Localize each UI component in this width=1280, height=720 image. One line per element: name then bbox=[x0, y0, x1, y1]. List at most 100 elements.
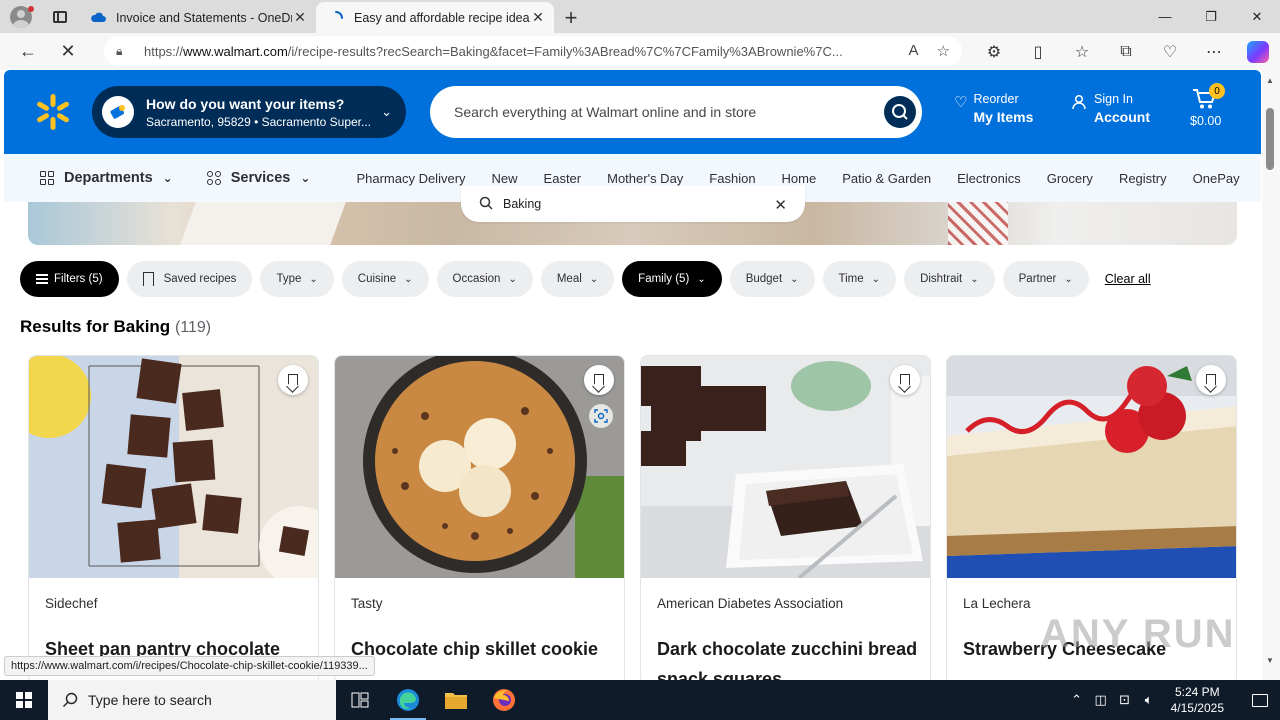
url-text: https://www.walmart.com/i/recipe-results… bbox=[144, 43, 843, 59]
recipe-image-skillet-cookie[interactable] bbox=[335, 356, 624, 578]
save-recipe-button[interactable] bbox=[584, 365, 614, 395]
restore-icon[interactable]: ❐ bbox=[1188, 0, 1234, 33]
saved-recipes-button[interactable]: Saved recipes bbox=[126, 261, 253, 297]
tab-actions-icon[interactable] bbox=[42, 0, 78, 33]
task-view-icon[interactable] bbox=[336, 680, 384, 720]
status-bar-url: https://www.walmart.com/i/recipes/Chocol… bbox=[4, 656, 375, 676]
more-menu-icon[interactable]: ⋯ bbox=[1192, 33, 1236, 70]
recipe-card[interactable]: American Diabetes Association Dark choco… bbox=[640, 355, 931, 685]
nav-link-home[interactable]: Home bbox=[782, 171, 817, 186]
walmart-search-input[interactable]: Search everything at Walmart online and … bbox=[430, 86, 922, 138]
taskbar-search-input[interactable]: Type here to search bbox=[48, 680, 336, 720]
bookmark-icon bbox=[1206, 373, 1216, 387]
chevron-down-icon: ⌄ bbox=[309, 273, 318, 285]
split-screen-icon[interactable]: ▯ bbox=[1016, 33, 1060, 70]
taskbar-clock[interactable]: 5:24 PM 4/15/2025 bbox=[1171, 684, 1224, 716]
recipe-card[interactable]: Tasty Chocolate chip skillet cookie bbox=[334, 355, 625, 685]
favorite-star-icon[interactable]: ☆ bbox=[937, 42, 950, 60]
nav-link-pharmacy-delivery[interactable]: Pharmacy Delivery bbox=[356, 171, 465, 186]
visual-search-icon[interactable] bbox=[589, 404, 613, 428]
tab-walmart-recipes[interactable]: Easy and affordable recipe ideas ✕ bbox=[316, 2, 554, 33]
walmart-header: How do you want your items? Sacramento, … bbox=[4, 70, 1261, 154]
tab-close-icon[interactable]: ✕ bbox=[530, 9, 546, 26]
recipe-name[interactable]: Dark chocolate zucchini bread snack squa… bbox=[657, 634, 919, 684]
page-scrollbar[interactable]: ▲ ▼ bbox=[1262, 70, 1280, 680]
wifi-icon[interactable]: ⊡ bbox=[1113, 692, 1137, 708]
clear-search-icon[interactable]: ✕ bbox=[774, 196, 787, 214]
nav-link-fashion[interactable]: Fashion bbox=[709, 171, 755, 186]
start-button[interactable] bbox=[0, 680, 48, 720]
back-arrow-icon[interactable]: ← bbox=[8, 33, 48, 70]
account-link[interactable]: Sign In Account bbox=[1072, 92, 1150, 125]
save-recipe-button[interactable] bbox=[890, 365, 920, 395]
recipe-image-strawberry-cheesecake[interactable] bbox=[947, 356, 1236, 578]
scroll-down-icon[interactable]: ▼ bbox=[1266, 656, 1274, 665]
scroll-up-icon[interactable]: ▲ bbox=[1266, 76, 1274, 85]
recipe-source: La Lechera bbox=[963, 596, 1031, 611]
delivery-icon bbox=[102, 96, 134, 128]
search-button[interactable] bbox=[884, 96, 916, 128]
network-status-icon[interactable]: ◫ bbox=[1089, 692, 1113, 708]
tab-onedrive[interactable]: Invoice and Statements - OneDri ✕ bbox=[78, 2, 316, 33]
nav-link-registry[interactable]: Registry bbox=[1119, 171, 1167, 186]
lock-icon[interactable]: 🔒︎ bbox=[116, 44, 130, 59]
nav-link-mothers-day[interactable]: Mother's Day bbox=[607, 171, 683, 186]
tab-close-icon[interactable]: ✕ bbox=[292, 9, 308, 26]
extensions-icon[interactable]: ⚙ bbox=[972, 33, 1016, 70]
recipe-image-brownies[interactable] bbox=[29, 356, 318, 578]
save-recipe-button[interactable] bbox=[1196, 365, 1226, 395]
chevron-up-icon[interactable]: ⌃ bbox=[1065, 692, 1089, 708]
firefox-icon[interactable] bbox=[480, 680, 528, 720]
filter-pill-cuisine[interactable]: Cuisine ⌄ bbox=[341, 261, 429, 297]
chevron-down-icon: ⌄ bbox=[1064, 273, 1073, 285]
collections-icon[interactable]: ⧉ bbox=[1104, 33, 1148, 70]
delivery-selector[interactable]: How do you want your items? Sacramento, … bbox=[92, 86, 406, 138]
nav-link-electronics[interactable]: Electronics bbox=[957, 171, 1021, 186]
url-field[interactable]: 🔒︎ https://www.walmart.com/i/recipe-resu… bbox=[104, 36, 962, 66]
recipe-image-dark-chocolate-squares[interactable] bbox=[641, 356, 930, 578]
nav-link-new[interactable]: New bbox=[492, 171, 518, 186]
filter-pill-type[interactable]: Type ⌄ bbox=[260, 261, 334, 297]
profile-avatar-icon[interactable] bbox=[0, 0, 42, 33]
nav-link-patio-garden[interactable]: Patio & Garden bbox=[842, 171, 931, 186]
filter-pill-dishtrait[interactable]: Dishtrait ⌄ bbox=[904, 261, 995, 297]
volume-icon[interactable]: 🔈︎ bbox=[1137, 692, 1161, 708]
file-explorer-icon[interactable] bbox=[432, 680, 480, 720]
filter-pill-occasion[interactable]: Occasion ⌄ bbox=[436, 261, 533, 297]
recipe-card[interactable]: Sidechef Sheet pan pantry chocolate bbox=[28, 355, 319, 685]
new-tab-button[interactable]: + bbox=[554, 2, 588, 33]
nav-link-grocery[interactable]: Grocery bbox=[1047, 171, 1093, 186]
filter-pill-budget[interactable]: Budget ⌄ bbox=[729, 261, 815, 297]
edge-browser-icon[interactable] bbox=[384, 680, 432, 720]
minimize-icon[interactable]: — bbox=[1142, 0, 1188, 33]
notifications-icon[interactable] bbox=[1240, 680, 1280, 720]
recipe-search-input[interactable]: Baking ✕ bbox=[461, 186, 805, 222]
nav-link-easter[interactable]: Easter bbox=[544, 171, 582, 186]
windows-logo-icon bbox=[16, 692, 32, 708]
close-window-icon[interactable]: ✕ bbox=[1234, 0, 1280, 33]
filters-button[interactable]: Filters (5) bbox=[20, 261, 119, 297]
system-tray: ⌃ ◫ ⊡ 🔈︎ 5:24 PM 4/15/2025 bbox=[1065, 680, 1280, 720]
results-count: (119) bbox=[174, 319, 212, 336]
reorder-link[interactable]: ♡ Reorder My Items bbox=[954, 92, 1033, 125]
tab-title: Invoice and Statements - OneDri bbox=[116, 10, 292, 25]
services-menu[interactable]: Services ⌄ bbox=[206, 170, 311, 186]
nav-link-onepay[interactable]: OnePay bbox=[1193, 171, 1240, 186]
filter-pill-time[interactable]: Time ⌄ bbox=[822, 261, 897, 297]
scrollbar-thumb[interactable] bbox=[1266, 108, 1274, 170]
departments-menu[interactable]: Departments ⌄ bbox=[40, 170, 173, 186]
favorites-icon[interactable]: ☆ bbox=[1060, 33, 1104, 70]
save-recipe-button[interactable] bbox=[278, 365, 308, 395]
clear-all-link[interactable]: Clear all bbox=[1105, 272, 1151, 286]
filter-pill-meal[interactable]: Meal ⌄ bbox=[540, 261, 615, 297]
recipe-name[interactable]: Chocolate chip skillet cookie bbox=[351, 634, 613, 664]
filter-pill-family[interactable]: Family (5) ⌄ bbox=[622, 261, 722, 297]
chevron-down-icon: ⌄ bbox=[300, 171, 311, 185]
read-aloud-icon[interactable]: A bbox=[909, 42, 919, 60]
copilot-icon[interactable] bbox=[1236, 33, 1280, 70]
stop-loading-icon[interactable]: ✕ bbox=[48, 33, 88, 70]
filter-pill-partner[interactable]: Partner ⌄ bbox=[1002, 261, 1089, 297]
walmart-spark-logo-icon[interactable] bbox=[33, 92, 73, 132]
user-icon bbox=[1072, 94, 1086, 109]
browser-essentials-icon[interactable]: ♡ bbox=[1148, 33, 1192, 70]
